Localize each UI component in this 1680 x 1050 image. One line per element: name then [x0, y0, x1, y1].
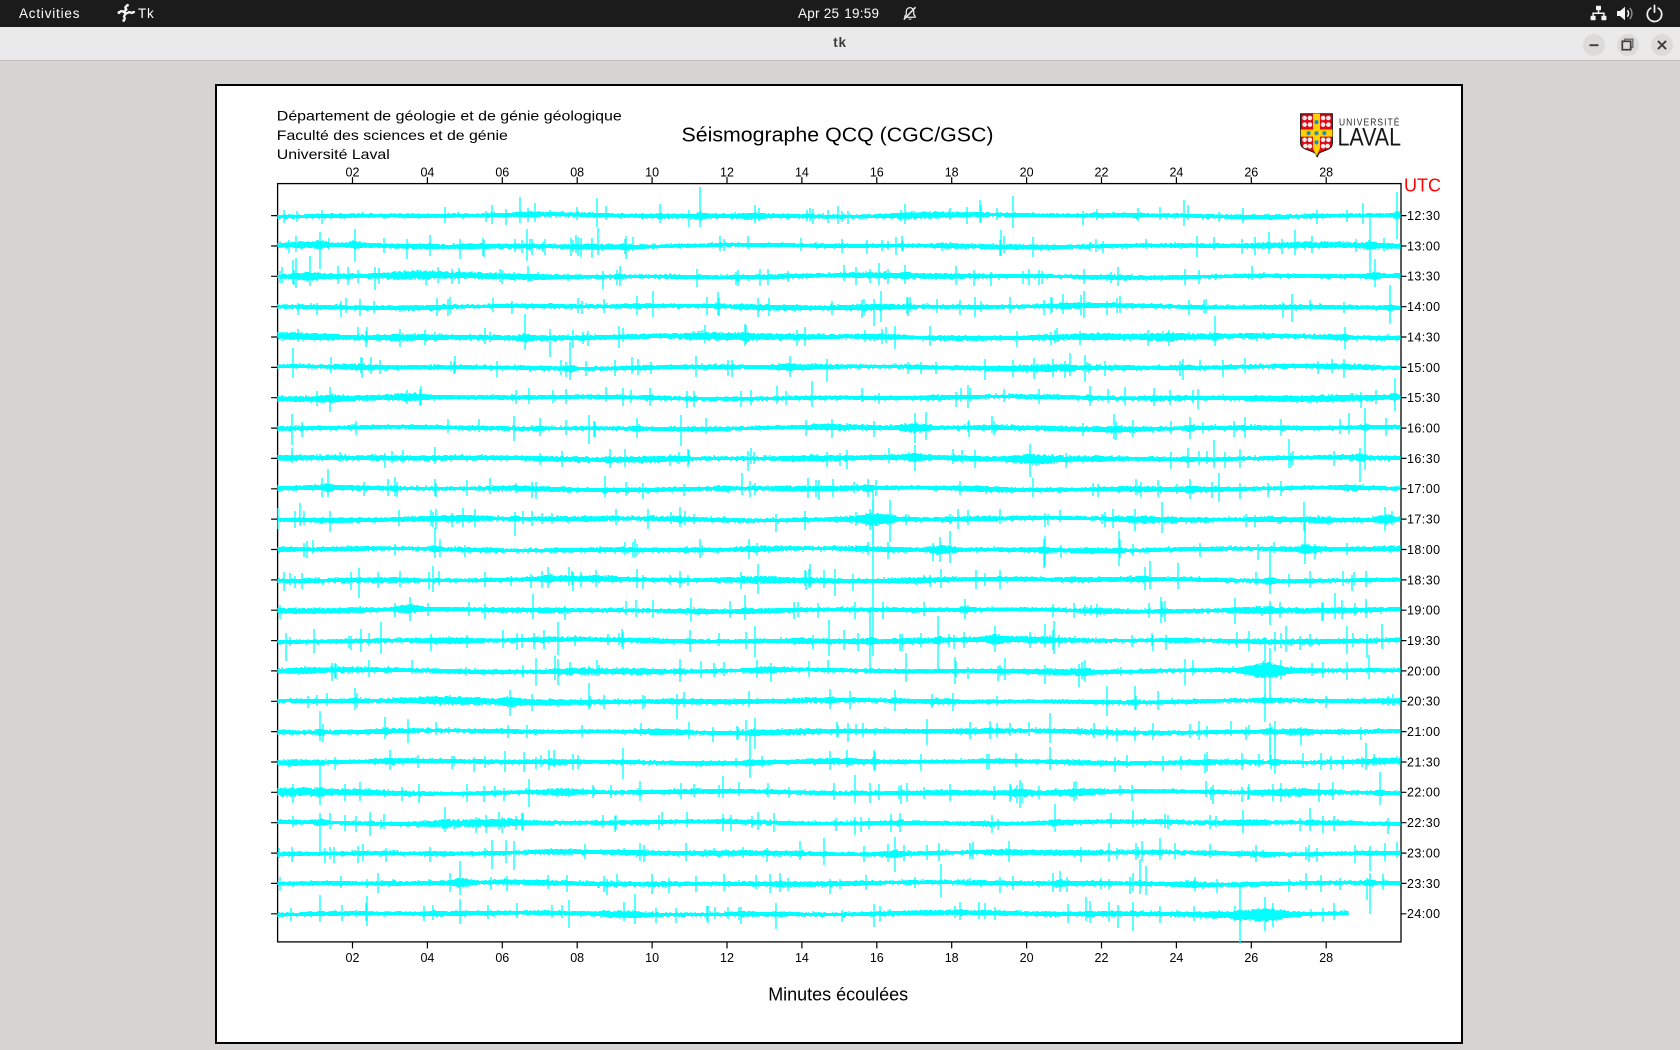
svg-text:12: 12 [720, 166, 734, 180]
svg-text:15:00: 15:00 [1407, 361, 1441, 375]
svg-text:UTC: UTC [1404, 176, 1441, 196]
svg-text:Université Laval: Université Laval [277, 146, 390, 162]
svg-text:06: 06 [495, 951, 509, 965]
svg-text:18: 18 [945, 166, 959, 180]
svg-text:24: 24 [1169, 951, 1183, 965]
svg-text:16:30: 16:30 [1407, 452, 1441, 466]
svg-text:23:00: 23:00 [1407, 847, 1441, 861]
svg-text:LAVAL: LAVAL [1338, 125, 1402, 152]
svg-text:12: 12 [720, 951, 734, 965]
svg-text:16:00: 16:00 [1407, 422, 1441, 436]
svg-text:Minutes écoulées: Minutes écoulées [768, 983, 908, 1004]
svg-text:16: 16 [870, 166, 884, 180]
svg-text:14:00: 14:00 [1407, 300, 1441, 314]
svg-text:15:30: 15:30 [1407, 391, 1441, 405]
svg-text:22:00: 22:00 [1407, 786, 1441, 800]
svg-text:28: 28 [1319, 951, 1333, 965]
svg-text:14:30: 14:30 [1407, 330, 1441, 344]
svg-text:13:30: 13:30 [1407, 270, 1441, 284]
svg-text:Séismographe QCQ (CGC/GSC): Séismographe QCQ (CGC/GSC) [682, 125, 994, 147]
svg-text:20: 20 [1020, 166, 1034, 180]
svg-text:04: 04 [420, 166, 434, 180]
svg-text:24:00: 24:00 [1407, 907, 1441, 921]
svg-text:17:00: 17:00 [1407, 482, 1441, 496]
svg-text:10: 10 [645, 166, 659, 180]
svg-text:20:00: 20:00 [1407, 664, 1441, 678]
svg-text:06: 06 [495, 166, 509, 180]
svg-text:18:00: 18:00 [1407, 543, 1441, 557]
svg-text:19:30: 19:30 [1407, 634, 1441, 648]
svg-text:21:00: 21:00 [1407, 725, 1441, 739]
svg-text:04: 04 [420, 951, 434, 965]
svg-text:18:30: 18:30 [1407, 573, 1441, 587]
svg-text:18: 18 [945, 951, 959, 965]
svg-text:22: 22 [1095, 951, 1109, 965]
svg-text:Département de géologie et de: Département de géologie et de génie géol… [277, 108, 622, 124]
svg-text:12:30: 12:30 [1407, 209, 1441, 223]
svg-text:20: 20 [1020, 951, 1034, 965]
svg-text:Faculté des sciences et de gén: Faculté des sciences et de génie [277, 127, 508, 143]
svg-text:23:30: 23:30 [1407, 877, 1441, 891]
svg-text:16: 16 [870, 951, 884, 965]
svg-text:02: 02 [346, 951, 360, 965]
svg-text:28: 28 [1319, 166, 1333, 180]
svg-text:22:30: 22:30 [1407, 816, 1441, 830]
svg-text:20:30: 20:30 [1407, 695, 1441, 709]
svg-text:21:30: 21:30 [1407, 755, 1441, 769]
svg-text:26: 26 [1244, 166, 1258, 180]
svg-text:13:00: 13:00 [1407, 239, 1441, 253]
svg-text:24: 24 [1169, 166, 1183, 180]
svg-text:26: 26 [1244, 951, 1258, 965]
svg-text:17:30: 17:30 [1407, 513, 1441, 527]
svg-text:22: 22 [1095, 166, 1109, 180]
svg-text:08: 08 [570, 166, 584, 180]
svg-text:02: 02 [346, 166, 360, 180]
svg-text:19:00: 19:00 [1407, 604, 1441, 618]
svg-text:10: 10 [645, 951, 659, 965]
svg-text:08: 08 [570, 951, 584, 965]
svg-text:14: 14 [795, 166, 809, 180]
svg-text:14: 14 [795, 951, 809, 965]
